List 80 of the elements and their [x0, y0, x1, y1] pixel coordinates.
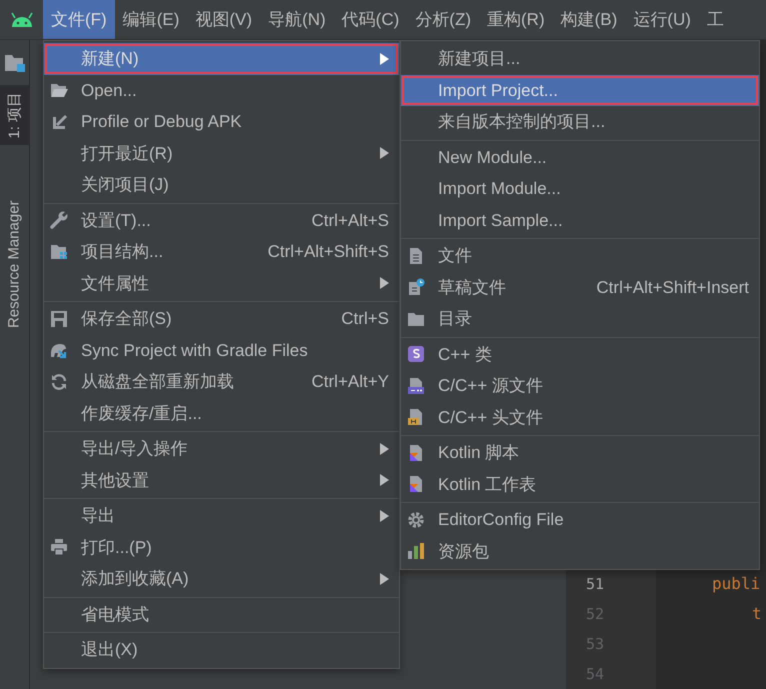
project-folder-icon[interactable] [4, 52, 26, 72]
menu-item[interactable]: 设置(T)... Ctrl+Alt+S [44, 204, 399, 236]
menu-item[interactable]: 新建(N) [44, 43, 399, 74]
menu-item[interactable]: 文件属性 [44, 268, 399, 299]
menu-item[interactable]: Import Project... [401, 74, 759, 106]
menu-item[interactable]: 草稿文件 Ctrl+Alt+Shift+Insert [401, 272, 759, 303]
printer-icon [50, 538, 68, 556]
submenu-arrow-icon [380, 52, 389, 65]
shortcut-text: Ctrl+Alt+Y [312, 371, 389, 393]
menu-item[interactable]: 打开最近(R) [44, 138, 399, 169]
shortcut-text: Ctrl+S [341, 308, 389, 330]
menu-item[interactable]: 从磁盘全部重新加载 Ctrl+Alt+Y [44, 366, 399, 398]
submenu-arrow-icon [380, 277, 389, 290]
submenu-arrow-icon [380, 147, 389, 160]
document-icon [407, 246, 425, 265]
menu-item[interactable]: 目录 [401, 303, 759, 334]
shortcut-text: Ctrl+Alt+S [312, 210, 389, 232]
arrow-icon [50, 112, 68, 131]
menu-item[interactable]: 资源包 [401, 536, 759, 567]
menu-item[interactable]: 项目结构... Ctrl+Alt+Shift+S [44, 236, 399, 268]
folder-open-icon [50, 81, 68, 100]
elephant-sync-icon [50, 341, 68, 360]
line-number: 51 [585, 574, 606, 595]
menu-item[interactable]: Profile or Debug APK [44, 106, 399, 138]
menu-item[interactable]: 退出(X) [44, 634, 399, 666]
menu-item[interactable]: 新建项目... [401, 43, 759, 74]
wrench-icon [50, 211, 68, 230]
letter-s-icon [407, 345, 425, 364]
shortcut-text: Ctrl+Alt+Shift+Insert [596, 276, 749, 298]
menu-item[interactable]: 来自版本控制的项目... [401, 106, 759, 138]
menu-item[interactable]: 导出/导入操作 [44, 433, 399, 464]
header-file-icon [407, 408, 425, 426]
menu-item[interactable]: 其他设置 [44, 464, 399, 496]
gear-icon [407, 510, 425, 529]
android-logo-icon [8, 12, 34, 28]
menu-item[interactable]: Kotlin 工作表 [401, 468, 759, 500]
menu-item[interactable]: 保存全部(S) Ctrl+S [44, 303, 399, 334]
kotlin-file-icon [407, 475, 425, 494]
menu-item[interactable]: C/C++ 头文件 [401, 402, 759, 433]
menu-item[interactable]: 省电模式 [44, 598, 399, 630]
menu-item[interactable]: Sync Project with Gradle Files [44, 334, 399, 366]
code-text: t [751, 604, 762, 623]
folder-grid-icon [50, 242, 68, 261]
kotlin-file-icon [407, 444, 425, 462]
menu-item[interactable]: 重构(R) [479, 0, 553, 39]
cpp-file-icon [407, 376, 425, 395]
menu-item[interactable]: 工 [698, 0, 732, 39]
menu-item[interactable]: EditorConfig File [401, 504, 759, 536]
menu-item[interactable]: 关闭项目(J) [44, 169, 399, 200]
menu-item[interactable]: 编辑(E) [114, 0, 188, 39]
document-clock-icon [407, 278, 425, 296]
menu-item[interactable]: New Module... [401, 142, 759, 173]
menu-item[interactable]: 导出 [44, 500, 399, 532]
refresh-icon [50, 372, 68, 391]
menu-item[interactable]: 运行(U) [625, 0, 699, 39]
menu-item[interactable]: Import Module... [401, 173, 759, 204]
menu-item[interactable]: 添加到收藏(A) [44, 563, 399, 594]
menu-item[interactable]: C++ 类 [401, 338, 759, 370]
code-text: publi [712, 574, 760, 593]
bar-chart-icon [407, 542, 425, 560]
shortcut-text: Ctrl+Alt+Shift+S [268, 241, 389, 263]
menu-item[interactable]: Kotlin 脚本 [401, 437, 759, 468]
menu-item[interactable]: 作废缓存/重启... [44, 398, 399, 429]
menu-item[interactable]: 打印...(P) [44, 532, 399, 563]
tool-window-tab[interactable]: 1: 项目 [0, 85, 30, 145]
menu-item[interactable]: 文件 [401, 240, 759, 272]
menu-item[interactable]: 构建(B) [552, 0, 626, 39]
menu-item[interactable]: Open... [44, 74, 399, 106]
menu-item[interactable]: 导航(N) [260, 0, 334, 39]
submenu-arrow-icon [380, 572, 389, 585]
tool-window-tab[interactable]: Resource Manager [0, 185, 30, 343]
submenu-arrow-icon [380, 442, 389, 455]
menu-item[interactable]: 分析(Z) [407, 0, 479, 39]
menu-item[interactable]: Import Sample... [401, 204, 759, 236]
submenu-arrow-icon [380, 510, 389, 522]
submenu-arrow-icon [380, 474, 389, 486]
menu-item[interactable]: 视图(V) [187, 0, 260, 39]
menu-item[interactable]: C/C++ 源文件 [401, 370, 759, 402]
menu-item[interactable]: 文件(F) [43, 0, 115, 39]
menu-item[interactable]: 代码(C) [334, 0, 408, 39]
